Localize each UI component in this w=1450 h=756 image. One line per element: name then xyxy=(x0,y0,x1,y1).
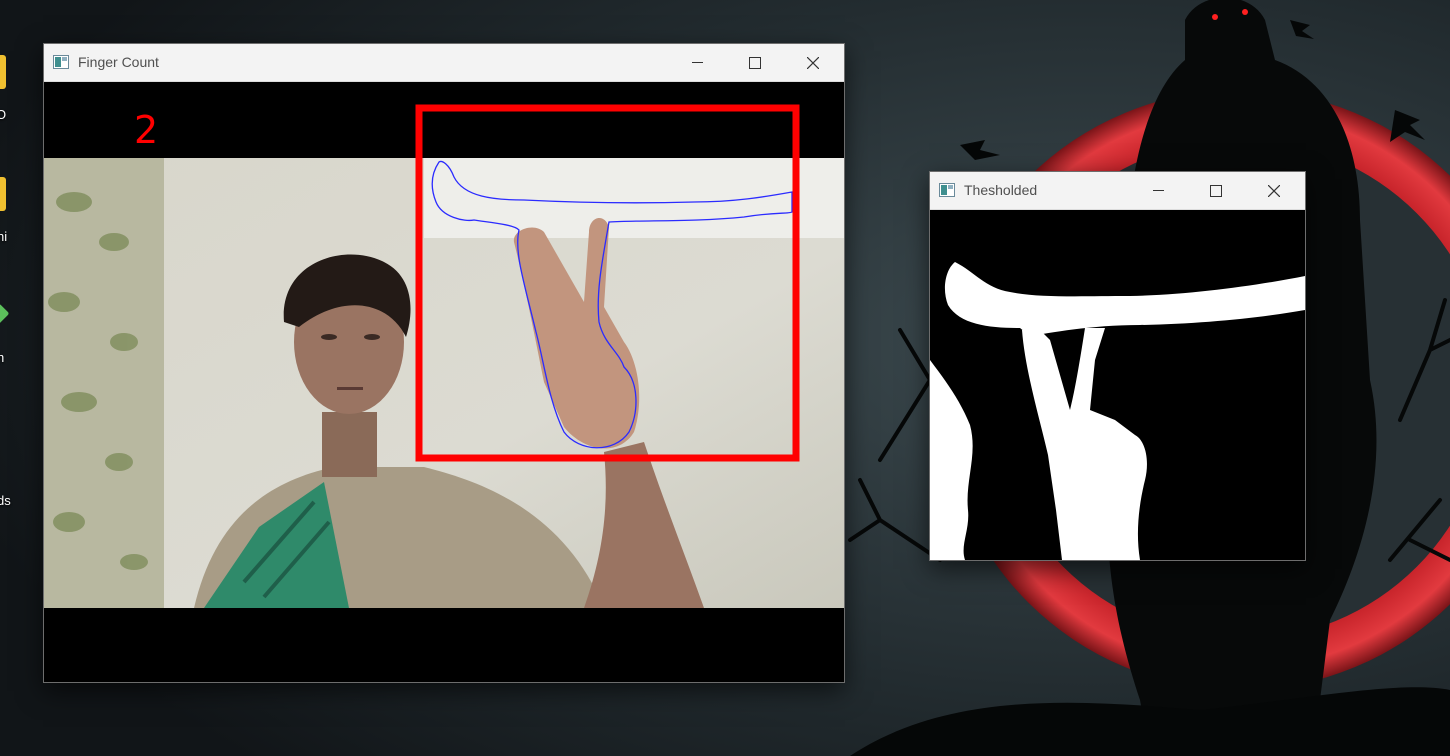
maximize-button[interactable] xyxy=(732,44,778,81)
camera-feed: 2 xyxy=(44,82,844,682)
window-title: Finger Count xyxy=(78,54,159,70)
minimize-button[interactable] xyxy=(1135,172,1181,209)
folder-icon xyxy=(0,55,6,89)
maximize-button[interactable] xyxy=(1193,172,1239,209)
threshold-window: Thesholded xyxy=(929,171,1306,561)
threshold-mask xyxy=(930,210,1305,560)
finger-count-window: Finger Count 2 xyxy=(43,43,845,683)
maximize-icon xyxy=(749,56,761,69)
minimize-button[interactable] xyxy=(674,44,720,81)
window-title: Thesholded xyxy=(964,182,1038,198)
camera-frame: 2 xyxy=(44,82,844,682)
desktop-icon-label: h xyxy=(0,350,5,365)
app-window-icon xyxy=(53,55,69,69)
desktop-icon-label: ds xyxy=(0,493,11,508)
finger-count-value: 2 xyxy=(134,108,158,152)
maximize-icon xyxy=(1210,184,1222,197)
minimize-icon xyxy=(691,62,703,63)
finger-count-titlebar[interactable]: Finger Count xyxy=(44,44,844,82)
close-button[interactable] xyxy=(790,44,836,81)
desktop-icon-label: O xyxy=(0,107,7,122)
threshold-image xyxy=(930,210,1305,560)
close-icon xyxy=(1268,184,1280,197)
close-icon xyxy=(807,56,819,69)
threshold-titlebar[interactable]: Thesholded xyxy=(930,172,1305,210)
close-button[interactable] xyxy=(1251,172,1297,209)
minimize-icon xyxy=(1152,190,1164,191)
app-window-icon xyxy=(939,183,955,197)
folder-icon xyxy=(0,177,6,211)
desktop-icon-label: ni xyxy=(0,229,8,244)
